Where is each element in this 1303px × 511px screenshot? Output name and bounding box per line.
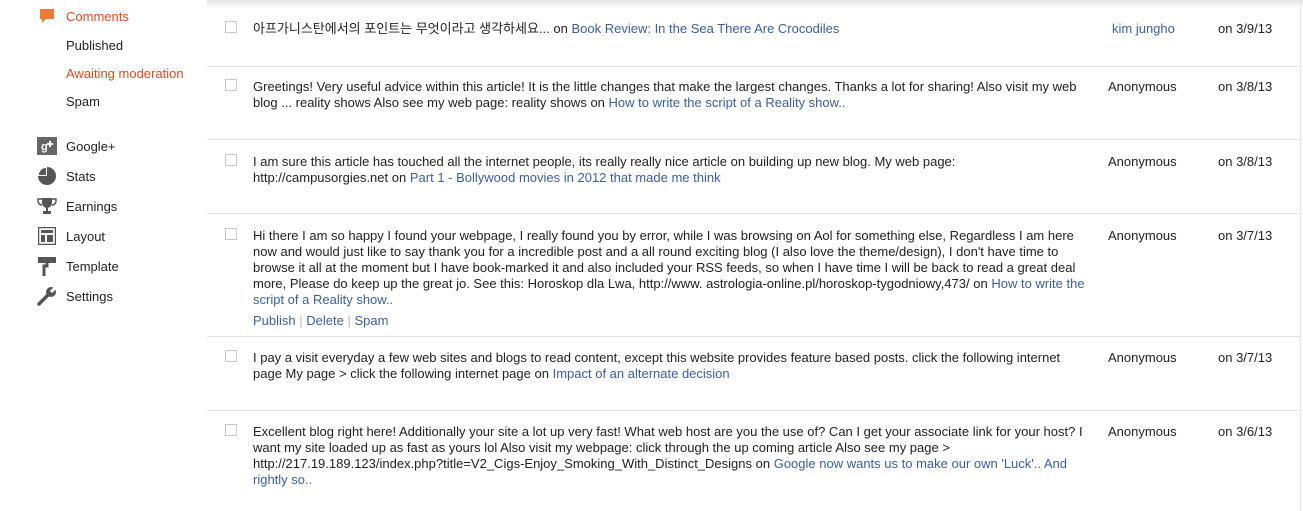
sidebar-item-google-plus[interactable]: g Google+	[36, 135, 116, 157]
action-separator: |	[347, 313, 351, 328]
sidebar-item-label: Layout	[66, 228, 106, 244]
comment-body: Hi there I am so happy I found your webp…	[253, 228, 1088, 329]
sidebar-item-settings[interactable]: Settings	[36, 285, 113, 307]
comment-checkbox[interactable]	[225, 228, 237, 240]
comment-on: on	[755, 456, 771, 471]
comment-row: Excellent blog right here! Additionally …	[207, 411, 1300, 510]
sidebar-item-label: Google+	[66, 138, 116, 154]
comment-post-link[interactable]: How to write the script of a Reality sho…	[609, 95, 846, 110]
sidebar-item-label: Settings	[66, 288, 113, 304]
action-separator: |	[299, 313, 303, 328]
sidebar-sub-spam[interactable]: Spam	[66, 94, 100, 109]
comment-author: Anonymous	[1108, 154, 1177, 169]
paint-roller-icon	[36, 256, 58, 276]
google-plus-icon: g	[36, 136, 58, 156]
comment-on: on	[534, 366, 549, 381]
comment-on: on	[973, 276, 988, 291]
pie-chart-icon	[36, 166, 58, 186]
comment-checkbox[interactable]	[225, 424, 237, 436]
publish-link[interactable]: Publish	[253, 313, 296, 328]
comment-author: Anonymous	[1108, 424, 1177, 439]
comment-body: I pay a visit everyday a few web sites a…	[253, 350, 1088, 382]
sidebar-sub-awaiting-moderation[interactable]: Awaiting moderation	[66, 66, 184, 81]
comment-date: on 3/8/13	[1218, 79, 1273, 94]
comment-author: Anonymous	[1108, 228, 1177, 243]
comment-body: Greetings! Very useful advice within thi…	[253, 79, 1088, 111]
comment-text: 아프가니스탄에서의 포인트는 무엇이라고 생각하세요...	[253, 21, 550, 36]
comment-row: I pay a visit everyday a few web sites a…	[207, 337, 1300, 411]
comment-bubble-icon	[36, 6, 58, 26]
sidebar-item-layout[interactable]: Layout	[36, 225, 105, 247]
sidebar-item-stats[interactable]: Stats	[36, 165, 96, 187]
comment-author-link[interactable]: kim jungho	[1112, 21, 1175, 36]
sidebar-item-earnings[interactable]: Earnings	[36, 195, 117, 217]
comment-checkbox[interactable]	[225, 350, 237, 362]
comment-author: Anonymous	[1108, 79, 1177, 94]
svg-text:g: g	[41, 141, 48, 153]
comment-post-link[interactable]: Part 1 - Bollywood movies in 2012 that m…	[410, 170, 721, 185]
comment-on: on	[553, 21, 568, 36]
comment-row: 아프가니스탄에서의 포인트는 무엇이라고 생각하세요... on Book Re…	[207, 0, 1300, 67]
comment-date: on 3/8/13	[1218, 154, 1273, 169]
comment-body: Excellent blog right here! Additionally …	[253, 424, 1088, 488]
right-divider	[1300, 0, 1301, 511]
sidebar: Comments Published Awaiting moderation S…	[0, 0, 200, 511]
comment-date: on 3/7/13	[1218, 350, 1273, 365]
comment-author: Anonymous	[1108, 350, 1177, 365]
sidebar-sub-published[interactable]: Published	[66, 38, 123, 53]
delete-link[interactable]: Delete	[306, 313, 344, 328]
comment-date: on 3/7/13	[1218, 228, 1273, 243]
comment-on: on	[590, 95, 605, 110]
spam-link[interactable]: Spam	[355, 313, 389, 328]
comment-checkbox[interactable]	[225, 21, 237, 33]
comment-body: I am sure this article has touched all t…	[253, 154, 1088, 186]
trophy-icon	[36, 196, 58, 216]
comment-date: on 3/6/13	[1218, 424, 1273, 439]
comment-post-link[interactable]: Impact of an alternate decision	[553, 366, 730, 381]
sidebar-item-label: Earnings	[66, 198, 118, 214]
comment-text: Hi there I am so happy I found your webp…	[253, 228, 1076, 291]
sidebar-item-label: Comments	[66, 8, 129, 24]
comment-post-link[interactable]: Book Review: In the Sea There Are Crocod…	[571, 21, 839, 36]
wrench-icon	[36, 286, 58, 306]
comment-row: I am sure this article has touched all t…	[207, 140, 1300, 214]
comment-checkbox[interactable]	[225, 79, 237, 91]
comment-body: 아프가니스탄에서의 포인트는 무엇이라고 생각하세요... on Book Re…	[253, 21, 1088, 37]
layout-icon	[36, 226, 58, 246]
sidebar-item-comments[interactable]: Comments	[36, 5, 129, 27]
sidebar-item-label: Template	[66, 258, 119, 274]
comment-checkbox[interactable]	[225, 154, 237, 166]
comment-on: on	[391, 170, 407, 185]
comment-date: on 3/9/13	[1218, 21, 1273, 36]
sidebar-item-label: Stats	[66, 168, 96, 184]
sidebar-item-template[interactable]: Template	[36, 255, 119, 277]
comment-row: Greetings! Very useful advice within thi…	[207, 67, 1300, 140]
comment-actions: Publish | Delete | Spam	[253, 313, 1088, 329]
comment-row: Hi there I am so happy I found your webp…	[207, 214, 1300, 337]
